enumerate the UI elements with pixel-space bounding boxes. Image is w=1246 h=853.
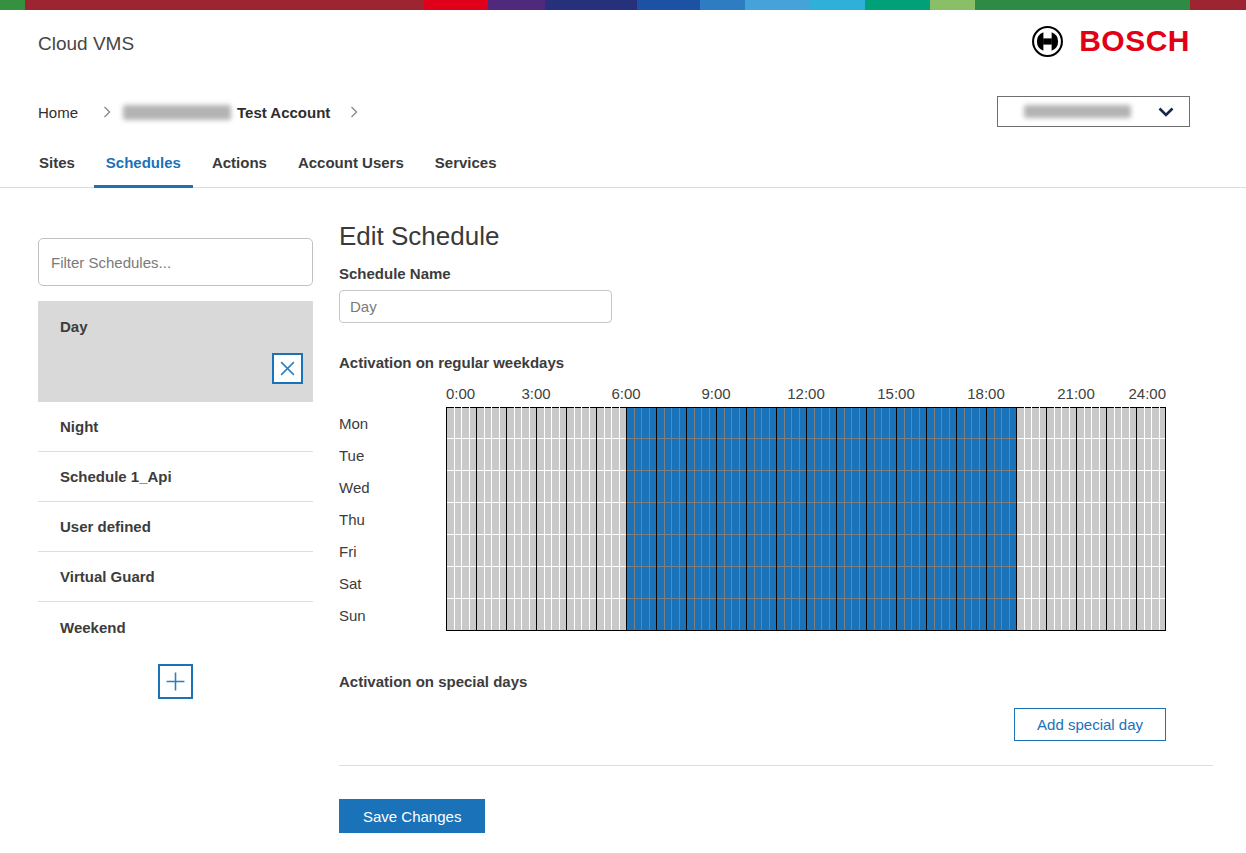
breadcrumb-home[interactable]: Home [38, 104, 78, 121]
bosch-wordmark: BOSCH [1079, 24, 1190, 58]
breadcrumb-redacted-text [123, 105, 231, 120]
day-label: Sat [339, 567, 370, 599]
dropdown-redacted-value [1024, 105, 1131, 118]
bosch-supergraphic [0, 0, 1246, 10]
breadcrumb: Home Test Account [38, 102, 358, 122]
delete-schedule-button[interactable] [272, 353, 303, 384]
add-schedule-button[interactable] [158, 664, 193, 699]
schedule-item[interactable]: Virtual Guard [38, 552, 313, 602]
content: Day NightSchedule 1_ApiUser definedVirtu… [0, 188, 1246, 833]
tab-schedules[interactable]: Schedules [94, 154, 193, 188]
weekdays-section-label: Activation on regular weekdays [339, 354, 1213, 372]
account-selector-dropdown[interactable] [997, 96, 1190, 127]
day-label: Wed [339, 471, 370, 503]
day-axis: MonTueWedThuFriSatSun [339, 407, 370, 631]
tab-actions[interactable]: Actions [200, 154, 279, 188]
page-header: Cloud VMS BOSCH Home Test Account [0, 10, 1246, 150]
time-tick-label: 21:00 [1057, 385, 1095, 402]
breadcrumb-account[interactable]: Test Account [237, 104, 330, 121]
tab-services[interactable]: Services [423, 154, 509, 188]
time-tick-label: 15:00 [877, 385, 915, 402]
time-tick-label: 3:00 [521, 385, 550, 402]
time-tick-label: 6:00 [611, 385, 640, 402]
day-label: Fri [339, 535, 370, 567]
tab-sites[interactable]: Sites [27, 154, 87, 188]
schedule-name-label: Schedule Name [339, 265, 1213, 283]
schedules-sidebar: Day NightSchedule 1_ApiUser definedVirtu… [38, 188, 313, 833]
add-special-day-button[interactable]: Add special day [1014, 708, 1166, 741]
bosch-anchor-icon [1031, 25, 1064, 58]
schedule-item-label: Day [60, 318, 313, 335]
tab-account-users[interactable]: Account Users [286, 154, 416, 188]
plus-icon [165, 671, 186, 692]
chevron-down-icon [1158, 107, 1174, 117]
app-title: Cloud VMS [38, 33, 134, 55]
day-label: Tue [339, 439, 370, 471]
filter-schedules-input[interactable] [38, 238, 313, 286]
time-tick-label: 24:00 [1128, 385, 1166, 402]
schedule-item[interactable]: Schedule 1_Api [38, 452, 313, 502]
schedule-grid[interactable] [446, 407, 1166, 631]
day-label: Thu [339, 503, 370, 535]
day-label: Sun [339, 599, 370, 631]
schedule-item[interactable]: Weekend [38, 602, 313, 652]
time-tick-label: 18:00 [967, 385, 1005, 402]
time-axis: 0:00 3:00 6:00 9:00 12:00 15:00 18:00 21:00 24:0… [446, 385, 1166, 407]
save-changes-button[interactable]: Save Changes [339, 799, 485, 833]
close-icon [279, 360, 296, 377]
chevron-right-icon [350, 106, 358, 118]
time-tick-label: 9:00 [701, 385, 730, 402]
weekly-schedule-grid: 0:00 3:00 6:00 9:00 12:00 15:00 18:00 21:00 24:0… [339, 385, 1166, 631]
day-label: Mon [339, 407, 370, 439]
schedule-name-input[interactable] [339, 290, 612, 323]
schedule-item-selected[interactable]: Day [38, 301, 313, 402]
chevron-right-icon [103, 106, 111, 118]
bosch-logo: BOSCH [1031, 24, 1190, 58]
time-tick-label: 0:00 [446, 385, 475, 402]
schedule-list: NightSchedule 1_ApiUser definedVirtual G… [38, 402, 313, 652]
schedule-item[interactable]: Night [38, 402, 313, 452]
time-tick-label: 12:00 [787, 385, 825, 402]
page-title: Edit Schedule [339, 222, 1213, 250]
schedule-item[interactable]: User defined [38, 502, 313, 552]
edit-schedule-panel: Edit Schedule Schedule Name Activation o… [339, 188, 1213, 833]
special-days-section-label: Activation on special days [339, 673, 1213, 691]
divider [339, 765, 1213, 766]
tab-bar: SitesSchedulesActionsAccount UsersServic… [0, 150, 1246, 188]
